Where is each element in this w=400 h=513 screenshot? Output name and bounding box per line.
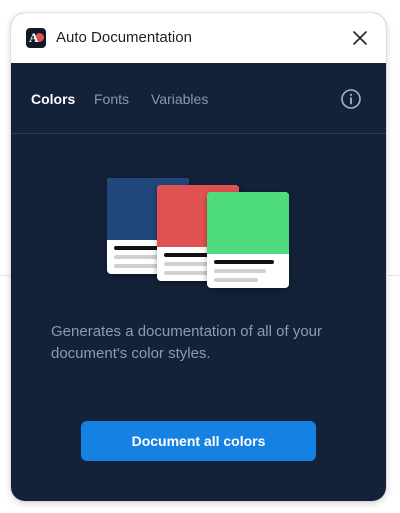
card-line <box>214 269 266 273</box>
close-icon[interactable] <box>350 28 370 48</box>
description-text: Generates a documentation of all of your… <box>51 323 322 362</box>
color-cards-illustration <box>107 178 292 293</box>
card-line <box>164 271 208 275</box>
title-bar: A Auto Documentation <box>11 13 386 63</box>
document-all-colors-button[interactable]: Document all colors <box>81 421 316 461</box>
card-line <box>214 260 274 264</box>
tab-fonts[interactable]: Fonts <box>94 91 129 107</box>
logo-letter: A <box>29 30 39 45</box>
card-line <box>214 278 258 282</box>
window-title: Auto Documentation <box>56 29 192 46</box>
info-icon[interactable] <box>340 88 362 110</box>
card-line <box>114 264 158 268</box>
tab-variables[interactable]: Variables <box>151 91 208 107</box>
tab-colors[interactable]: Colors <box>31 91 75 107</box>
tab-bar: Colors Fonts Variables <box>11 63 386 134</box>
color-card-green <box>207 192 289 288</box>
app-logo: A <box>26 28 46 48</box>
plugin-window: A Auto Documentation Colors Fonts Variab… <box>11 13 386 501</box>
swatch-green <box>207 192 289 254</box>
canvas-divider-right <box>388 275 400 276</box>
